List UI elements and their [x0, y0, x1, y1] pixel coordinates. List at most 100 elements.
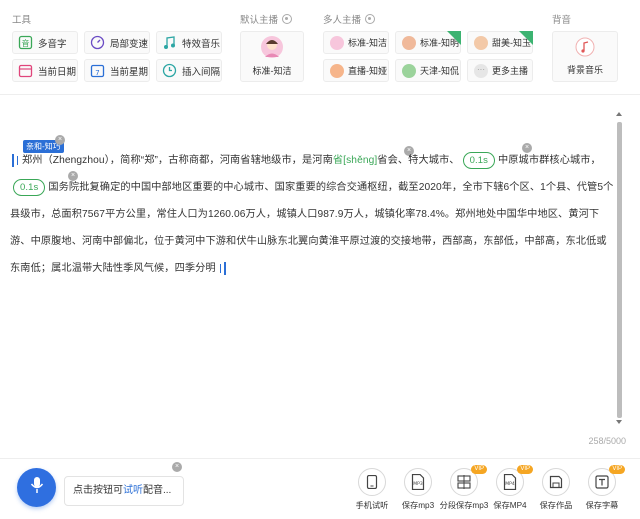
pause-marker[interactable]: 0.1s — [13, 179, 46, 196]
speed-dial-icon — [90, 35, 105, 50]
action-label: 保存mp3 — [401, 501, 435, 510]
week-calendar-icon: 7 — [90, 63, 105, 78]
footer-divider — [0, 458, 640, 459]
vip-badge: VIP — [517, 465, 533, 474]
save-mp3-button[interactable]: MP3 保存mp3 — [396, 468, 440, 511]
text-segment: 国务院批复确定的中国中部地区重要的中心城市、国家重要的综合交通枢纽，截至2020… — [10, 182, 614, 274]
current-week-label: 当前星期 — [110, 66, 149, 78]
toolbar: 工具 音 多音字 局部变速 特效音乐 当前日期 7 当前星期 插入间隔 默认主播… — [0, 0, 640, 95]
microphone-icon — [29, 476, 45, 499]
scroll-down-arrow-icon[interactable] — [616, 420, 622, 424]
subtitle-icon: VIP — [588, 465, 625, 496]
editor-content[interactable]: 郑州（Zhengzhou），简称“郑”，古称商都，河南省辖地级市，是河南省[sh… — [10, 147, 615, 282]
split-save-icon: VIP — [450, 465, 487, 496]
save-mp4-button[interactable]: MP4 VIP 保存MP4 — [488, 465, 533, 511]
current-week-button[interactable]: 7 当前星期 — [84, 59, 150, 82]
text-cursor — [17, 155, 18, 165]
action-label: 分段保存mp3 — [439, 501, 489, 510]
voice-avatar-icon — [261, 36, 283, 60]
svg-text:MP4: MP4 — [505, 481, 515, 487]
phone-icon — [358, 468, 386, 496]
default-voice-label: 标准-知洁 — [252, 66, 292, 76]
voice-card-zhiya[interactable]: 直播-知娅 — [323, 59, 389, 82]
vip-badge: VIP — [471, 465, 487, 474]
voice-avatar-icon — [330, 35, 344, 50]
current-date-button[interactable]: 当前日期 — [12, 59, 78, 82]
polyphone-icon: 音 — [18, 35, 33, 50]
listen-tip: 点击按钮可试听配音... — [64, 476, 184, 506]
multi-voice-title: 多人主播 — [323, 12, 376, 26]
gear-icon[interactable] — [365, 14, 376, 24]
tip-text: 点击按钮可 — [73, 485, 123, 496]
local-speed-label: 局部变速 — [110, 38, 149, 50]
insert-pause-label: 插入间隔 — [182, 66, 221, 78]
music-note-icon — [575, 37, 595, 59]
voice-avatar-icon — [474, 35, 488, 50]
voice-avatar-icon — [402, 63, 416, 78]
scroll-thumb[interactable] — [617, 122, 622, 418]
mp4-file-icon: MP4 VIP — [496, 465, 533, 496]
insert-pause-button[interactable]: 插入间隔 — [156, 59, 222, 82]
save-work-button[interactable]: 保存作品 — [534, 468, 578, 511]
bgm-button[interactable]: 背景音乐 — [552, 31, 618, 82]
music-note-icon — [162, 35, 177, 50]
pause-timer-icon — [162, 63, 177, 78]
effect-music-button[interactable]: 特效音乐 — [156, 31, 222, 54]
save-work-icon — [542, 468, 570, 496]
action-label: 保存字幕 — [585, 501, 619, 510]
tools-section-title: 工具 — [12, 15, 32, 26]
tip-highlight: 试听 — [123, 485, 143, 496]
action-label: 手机试听 — [355, 501, 389, 510]
char-counter: 258/5000 — [588, 436, 626, 446]
voice-card-zhiming[interactable]: 标准-知明 — [395, 31, 461, 54]
calendar-icon — [18, 63, 33, 78]
scroll-up-arrow-icon[interactable] — [616, 112, 622, 116]
polyphone-button[interactable]: 音 多音字 — [12, 31, 78, 54]
app-window: 工具 音 多音字 局部变速 特效音乐 当前日期 7 当前星期 插入间隔 默认主播… — [0, 0, 640, 519]
split-save-mp3-button[interactable]: VIP 分段保存mp3 — [439, 465, 489, 511]
voice-card-zhikan[interactable]: 天津-知侃 — [395, 59, 461, 82]
mp3-file-icon: MP3 — [404, 468, 432, 496]
local-speed-button[interactable]: 局部变速 — [84, 31, 150, 54]
editor-scrollbar[interactable] — [615, 110, 623, 428]
vip-corner-badge — [519, 31, 533, 45]
voice-avatar-icon — [402, 35, 416, 50]
bgm-title: 背音 — [552, 15, 572, 26]
text-segment: 省会、特大城市、 — [377, 155, 460, 166]
svg-text:MP3: MP3 — [413, 481, 423, 487]
voice-avatar-icon — [330, 63, 344, 78]
phone-listen-button[interactable]: 手机试听 — [350, 468, 394, 511]
pinyin-annotation[interactable]: 省[shěng] — [333, 155, 377, 166]
vip-badge: VIP — [609, 465, 625, 474]
pause-marker[interactable]: 0.1s — [462, 152, 495, 169]
voice-label: 标准-知洁 — [348, 38, 387, 48]
toolbar-divider — [0, 94, 640, 95]
remove-speaker-icon[interactable]: × — [55, 135, 65, 145]
current-date-label: 当前日期 — [38, 66, 77, 78]
listen-button[interactable] — [17, 468, 56, 507]
tip-text: 配音... — [143, 485, 172, 496]
action-label: 保存作品 — [539, 501, 573, 510]
default-voice-title: 默认主播 — [240, 12, 293, 26]
more-dots-icon: ··· — [474, 63, 488, 78]
effect-music-label: 特效音乐 — [182, 38, 221, 50]
text-segment: 郑州（Zhengzhou），简称“郑”，古称商都，河南省辖地级市，是河南 — [21, 155, 333, 166]
text-segment: 中原城市群核心城市， — [497, 155, 601, 166]
voice-label: 更多主播 — [492, 66, 529, 76]
speaker-end-marker — [223, 261, 226, 275]
vip-corner-badge — [447, 31, 461, 45]
speaker-start-marker — [12, 153, 14, 167]
gear-icon[interactable] — [282, 14, 293, 24]
polyphone-label: 多音字 — [38, 38, 67, 50]
text-cursor — [219, 263, 221, 273]
text-editor[interactable]: 亲和-知巧 × × × × 郑州（Zhengzhou），简称“郑”，古称商都，河… — [10, 105, 618, 430]
voice-label: 天津-知侃 — [420, 66, 459, 76]
save-subtitle-button[interactable]: VIP 保存字幕 — [580, 465, 625, 511]
bgm-label: 背景音乐 — [566, 65, 603, 75]
more-voices-button[interactable]: ··· 更多主播 — [467, 59, 533, 82]
default-voice-card[interactable]: 标准-知洁 — [240, 31, 304, 82]
voice-label: 直播-知娅 — [348, 66, 387, 76]
voice-card-zhijie[interactable]: 标准-知洁 — [323, 31, 389, 54]
close-tip-icon[interactable]: × — [172, 462, 182, 472]
voice-card-zhiyu[interactable]: 甜美-知玉 — [467, 31, 533, 54]
